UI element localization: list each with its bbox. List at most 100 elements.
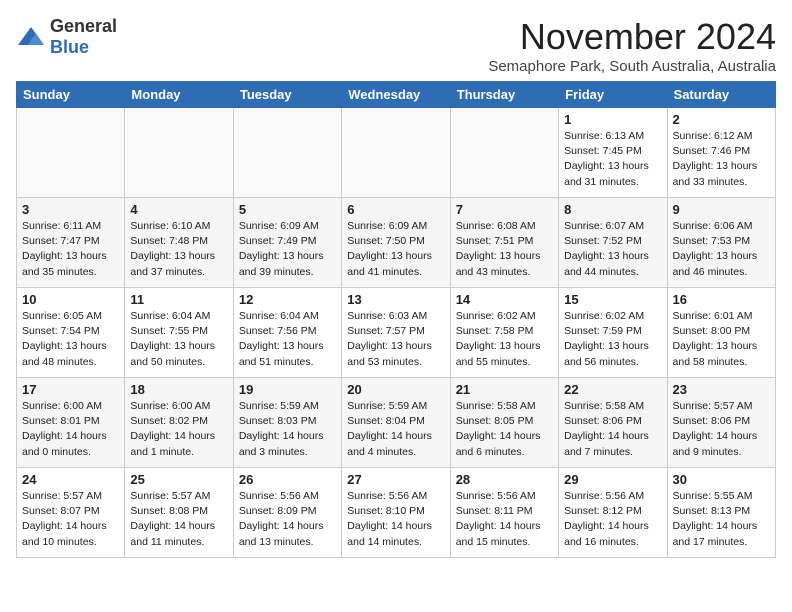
day-cell — [233, 108, 341, 198]
day-cell: 6 Sunrise: 6:09 AMSunset: 7:50 PMDaylight… — [342, 198, 450, 288]
day-info: Sunrise: 6:05 AMSunset: 7:54 PMDaylight:… — [22, 309, 119, 370]
day-cell: 19 Sunrise: 5:59 AMSunset: 8:03 PMDayligh… — [233, 378, 341, 468]
week-row-3: 10 Sunrise: 6:05 AMSunset: 7:54 PMDayligh… — [17, 288, 776, 378]
day-info: Sunrise: 6:07 AMSunset: 7:52 PMDaylight:… — [564, 219, 661, 280]
day-info: Sunrise: 6:04 AMSunset: 7:55 PMDaylight:… — [130, 309, 227, 370]
day-info: Sunrise: 6:10 AMSunset: 7:48 PMDaylight:… — [130, 219, 227, 280]
day-info: Sunrise: 5:57 AMSunset: 8:08 PMDaylight:… — [130, 489, 227, 550]
col-header-sunday: Sunday — [17, 82, 125, 108]
logo: General Blue — [16, 16, 117, 58]
day-cell: 2Sunrise: 6:12 AMSunset: 7:46 PMDaylight… — [667, 108, 775, 198]
title-area: November 2024 Semaphore Park, South Aust… — [488, 16, 776, 75]
day-cell: 15Sunrise: 6:02 AMSunset: 7:59 PMDayligh… — [559, 288, 667, 378]
header: General Blue November 2024 Semaphore Par… — [16, 16, 776, 75]
day-number: 10 — [22, 292, 119, 307]
logo-general: General — [50, 16, 117, 36]
day-number: 3 — [22, 202, 119, 217]
day-info: Sunrise: 5:56 AMSunset: 8:10 PMDaylight:… — [347, 489, 444, 550]
day-cell: 17Sunrise: 6:00 AMSunset: 8:01 PMDayligh… — [17, 378, 125, 468]
calendar-table: SundayMondayTuesdayWednesdayThursdayFrid… — [16, 81, 776, 558]
day-info: Sunrise: 5:56 AMSunset: 8:11 PMDaylight:… — [456, 489, 553, 550]
day-info: Sunrise: 6:08 AMSunset: 7:51 PMDaylight:… — [456, 219, 553, 280]
day-cell: 4 Sunrise: 6:10 AMSunset: 7:48 PMDaylight… — [125, 198, 233, 288]
logo-blue: Blue — [50, 37, 89, 57]
week-row-2: 3 Sunrise: 6:11 AMSunset: 7:47 PMDaylight… — [17, 198, 776, 288]
day-number: 11 — [130, 292, 227, 307]
day-number: 24 — [22, 472, 119, 487]
day-cell: 29 Sunrise: 5:56 AMSunset: 8:12 PMDayligh… — [559, 468, 667, 558]
day-cell: 7 Sunrise: 6:08 AMSunset: 7:51 PMDaylight… — [450, 198, 558, 288]
day-cell: 14 Sunrise: 6:02 AMSunset: 7:58 PMDayligh… — [450, 288, 558, 378]
day-info: Sunrise: 6:02 AMSunset: 7:58 PMDaylight:… — [456, 309, 553, 370]
day-info: Sunrise: 6:03 AMSunset: 7:57 PMDaylight:… — [347, 309, 444, 370]
col-header-wednesday: Wednesday — [342, 82, 450, 108]
day-number: 16 — [673, 292, 770, 307]
day-info: Sunrise: 5:56 AMSunset: 8:09 PMDaylight:… — [239, 489, 336, 550]
col-header-monday: Monday — [125, 82, 233, 108]
day-cell: 11 Sunrise: 6:04 AMSunset: 7:55 PMDayligh… — [125, 288, 233, 378]
day-number: 23 — [673, 382, 770, 397]
day-number: 6 — [347, 202, 444, 217]
day-cell: 30Sunrise: 5:55 AMSunset: 8:13 PMDayligh… — [667, 468, 775, 558]
day-info: Sunrise: 6:09 AMSunset: 7:50 PMDaylight:… — [347, 219, 444, 280]
day-number: 20 — [347, 382, 444, 397]
day-number: 4 — [130, 202, 227, 217]
day-number: 13 — [347, 292, 444, 307]
day-cell: 3 Sunrise: 6:11 AMSunset: 7:47 PMDaylight… — [17, 198, 125, 288]
day-cell: 10 Sunrise: 6:05 AMSunset: 7:54 PMDayligh… — [17, 288, 125, 378]
day-number: 25 — [130, 472, 227, 487]
day-cell: 13 Sunrise: 6:03 AMSunset: 7:57 PMDayligh… — [342, 288, 450, 378]
day-info: Sunrise: 5:56 AMSunset: 8:12 PMDaylight:… — [564, 489, 661, 550]
col-header-saturday: Saturday — [667, 82, 775, 108]
week-row-4: 17Sunrise: 6:00 AMSunset: 8:01 PMDayligh… — [17, 378, 776, 468]
col-header-friday: Friday — [559, 82, 667, 108]
day-info: Sunrise: 5:58 AMSunset: 8:05 PMDaylight:… — [456, 399, 553, 460]
day-info: Sunrise: 5:58 AMSunset: 8:06 PMDaylight:… — [564, 399, 661, 460]
day-cell: 18Sunrise: 6:00 AMSunset: 8:02 PMDayligh… — [125, 378, 233, 468]
day-cell: 22 Sunrise: 5:58 AMSunset: 8:06 PMDayligh… — [559, 378, 667, 468]
day-info: Sunrise: 6:06 AMSunset: 7:53 PMDaylight:… — [673, 219, 770, 280]
day-info: Sunrise: 6:12 AMSunset: 7:46 PMDaylight:… — [673, 129, 770, 190]
day-info: Sunrise: 5:59 AMSunset: 8:03 PMDaylight:… — [239, 399, 336, 460]
day-info: Sunrise: 6:11 AMSunset: 7:47 PMDaylight:… — [22, 219, 119, 280]
day-number: 26 — [239, 472, 336, 487]
day-number: 12 — [239, 292, 336, 307]
day-cell: 16 Sunrise: 6:01 AMSunset: 8:00 PMDayligh… — [667, 288, 775, 378]
day-number: 22 — [564, 382, 661, 397]
day-info: Sunrise: 6:13 AMSunset: 7:45 PMDaylight:… — [564, 129, 661, 190]
col-header-tuesday: Tuesday — [233, 82, 341, 108]
subtitle: Semaphore Park, South Australia, Austral… — [488, 58, 776, 75]
logo-text: General Blue — [50, 16, 117, 58]
day-number: 28 — [456, 472, 553, 487]
day-number: 29 — [564, 472, 661, 487]
day-cell: 9 Sunrise: 6:06 AMSunset: 7:53 PMDaylight… — [667, 198, 775, 288]
day-cell: 1Sunrise: 6:13 AMSunset: 7:45 PMDaylight… — [559, 108, 667, 198]
day-info: Sunrise: 6:01 AMSunset: 8:00 PMDaylight:… — [673, 309, 770, 370]
week-row-5: 24 Sunrise: 5:57 AMSunset: 8:07 PMDayligh… — [17, 468, 776, 558]
day-cell — [125, 108, 233, 198]
main-title: November 2024 — [488, 16, 776, 58]
day-info: Sunrise: 6:09 AMSunset: 7:49 PMDaylight:… — [239, 219, 336, 280]
day-cell — [342, 108, 450, 198]
day-cell: 24 Sunrise: 5:57 AMSunset: 8:07 PMDayligh… — [17, 468, 125, 558]
day-number: 30 — [673, 472, 770, 487]
day-cell — [450, 108, 558, 198]
header-row: SundayMondayTuesdayWednesdayThursdayFrid… — [17, 82, 776, 108]
day-number: 8 — [564, 202, 661, 217]
day-cell — [17, 108, 125, 198]
day-number: 14 — [456, 292, 553, 307]
day-cell: 26 Sunrise: 5:56 AMSunset: 8:09 PMDayligh… — [233, 468, 341, 558]
day-number: 9 — [673, 202, 770, 217]
day-cell: 23Sunrise: 5:57 AMSunset: 8:06 PMDayligh… — [667, 378, 775, 468]
day-info: Sunrise: 6:00 AMSunset: 8:01 PMDaylight:… — [22, 399, 119, 460]
day-info: Sunrise: 5:59 AMSunset: 8:04 PMDaylight:… — [347, 399, 444, 460]
day-number: 27 — [347, 472, 444, 487]
day-info: Sunrise: 5:57 AMSunset: 8:07 PMDaylight:… — [22, 489, 119, 550]
day-number: 7 — [456, 202, 553, 217]
logo-icon — [16, 25, 46, 49]
day-cell: 28 Sunrise: 5:56 AMSunset: 8:11 PMDayligh… — [450, 468, 558, 558]
day-cell: 8 Sunrise: 6:07 AMSunset: 7:52 PMDaylight… — [559, 198, 667, 288]
day-info: Sunrise: 6:04 AMSunset: 7:56 PMDaylight:… — [239, 309, 336, 370]
day-number: 19 — [239, 382, 336, 397]
week-row-1: 1Sunrise: 6:13 AMSunset: 7:45 PMDaylight… — [17, 108, 776, 198]
